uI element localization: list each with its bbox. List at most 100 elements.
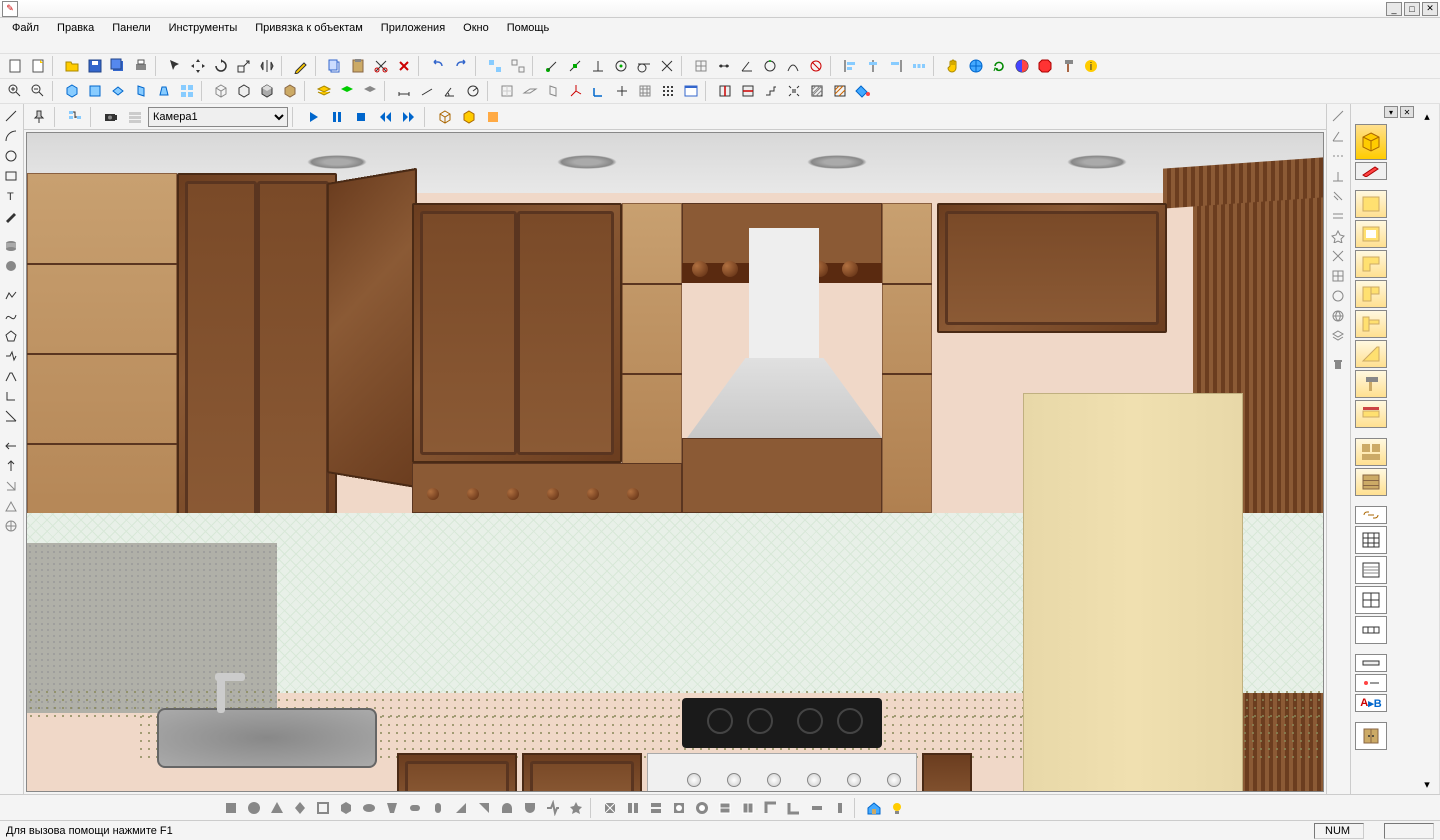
camera-list-button[interactable] (124, 106, 146, 128)
shape-cylinder-icon[interactable] (0, 236, 22, 256)
shaded-button[interactable] (256, 80, 278, 102)
maximize-button[interactable]: □ (1404, 2, 1420, 16)
layer-off-button[interactable] (359, 80, 381, 102)
draw-line-icon[interactable] (0, 106, 22, 126)
align-right-button[interactable] (885, 55, 907, 77)
shape-5[interactable] (312, 797, 334, 819)
path-2-icon[interactable] (0, 366, 22, 386)
info-button[interactable]: i (1080, 55, 1102, 77)
snap-grid-button[interactable] (690, 55, 712, 77)
tree-view-button[interactable] (64, 106, 86, 128)
catalog-hammer-button[interactable] (1355, 370, 1387, 398)
paste-button[interactable] (347, 55, 369, 77)
zoom-out-button[interactable] (27, 80, 49, 102)
group-button[interactable] (484, 55, 506, 77)
shape-room-button[interactable] (863, 797, 885, 819)
catalog-link-button[interactable] (1355, 506, 1387, 524)
r1-circle-icon[interactable] (1327, 286, 1349, 306)
panel-pin-button[interactable]: ▾ (1384, 106, 1398, 118)
play-button[interactable] (302, 106, 324, 128)
grid-yz-button[interactable] (542, 80, 564, 102)
dim-angle-button[interactable] (439, 80, 461, 102)
catalog-lshape-button[interactable] (1355, 250, 1387, 278)
shape-15[interactable] (542, 797, 564, 819)
modify-5-icon[interactable] (0, 516, 22, 536)
align-center-button[interactable] (862, 55, 884, 77)
grid-dots-button[interactable] (657, 80, 679, 102)
view-side-button[interactable] (130, 80, 152, 102)
color-fill-button[interactable] (852, 80, 874, 102)
catalog-corner-button[interactable] (1355, 280, 1387, 308)
camera-button[interactable] (100, 106, 122, 128)
section-v-button[interactable] (714, 80, 736, 102)
shape-13[interactable] (496, 797, 518, 819)
snap-end-button[interactable] (541, 55, 563, 77)
catalog-frame-button[interactable] (1355, 220, 1387, 248)
edit-button[interactable] (290, 55, 312, 77)
textured-button[interactable] (279, 80, 301, 102)
shape-11[interactable] (450, 797, 472, 819)
scroll-down-icon[interactable]: ▾ (1416, 774, 1438, 794)
r1-para-icon[interactable] (1327, 186, 1349, 206)
catalog-bevel-button[interactable] (1355, 340, 1387, 368)
globe-button[interactable] (965, 55, 987, 77)
shape-14[interactable] (519, 797, 541, 819)
snap-angle-button[interactable] (736, 55, 758, 77)
render-shade-button[interactable] (458, 106, 480, 128)
hammer-button[interactable] (1057, 55, 1079, 77)
snap-quad-button[interactable] (759, 55, 781, 77)
hand-tool-button[interactable] (942, 55, 964, 77)
snap-mid-button[interactable] (564, 55, 586, 77)
snap-node-button[interactable] (713, 55, 735, 77)
new-button[interactable] (4, 55, 26, 77)
shape-1[interactable] (220, 797, 242, 819)
zoom-in-button[interactable] (4, 80, 26, 102)
layer-button[interactable] (313, 80, 335, 102)
shape-19[interactable] (645, 797, 667, 819)
ortho-button[interactable] (611, 80, 633, 102)
snap-tangent-button[interactable] (633, 55, 655, 77)
shape-22[interactable] (714, 797, 736, 819)
hatch-2-button[interactable] (829, 80, 851, 102)
distribute-button[interactable] (908, 55, 930, 77)
render-tex-button[interactable] (482, 106, 504, 128)
cut-button[interactable] (370, 55, 392, 77)
save-button[interactable] (84, 55, 106, 77)
path-1-icon[interactable] (0, 346, 22, 366)
modify-2-icon[interactable] (0, 456, 22, 476)
camera-select[interactable]: Камера1 (148, 107, 288, 127)
r1-angle-icon[interactable] (1327, 126, 1349, 146)
draw-text-icon[interactable]: T (0, 186, 22, 206)
catalog-point-button[interactable] (1355, 674, 1387, 692)
polyline-icon[interactable] (0, 286, 22, 306)
draw-arc-icon[interactable] (0, 126, 22, 146)
catalog-grid-button[interactable] (1355, 586, 1387, 614)
grid-xy-button[interactable] (496, 80, 518, 102)
scroll-up-icon[interactable]: ▴ (1416, 106, 1438, 126)
snap-center-button[interactable] (610, 55, 632, 77)
dim-align-button[interactable] (416, 80, 438, 102)
shape-4[interactable] (289, 797, 311, 819)
forward-button[interactable] (398, 106, 420, 128)
catalog-panel-button[interactable] (1355, 190, 1387, 218)
snap-perp-button[interactable] (587, 55, 609, 77)
shape-7[interactable] (358, 797, 380, 819)
open-button[interactable] (61, 55, 83, 77)
dim-radius-button[interactable] (462, 80, 484, 102)
view-top-button[interactable] (107, 80, 129, 102)
view-persp-button[interactable] (153, 80, 175, 102)
align-left-button[interactable] (839, 55, 861, 77)
rewind-button[interactable] (374, 106, 396, 128)
shape-sphere-icon[interactable] (0, 256, 22, 276)
dim-linear-button[interactable] (393, 80, 415, 102)
path-4-icon[interactable] (0, 406, 22, 426)
shape-2[interactable] (243, 797, 265, 819)
shape-16[interactable] (565, 797, 587, 819)
r1-offset-icon[interactable] (1327, 206, 1349, 226)
color-button[interactable] (1011, 55, 1033, 77)
section-h-button[interactable] (737, 80, 759, 102)
r1-layers-icon[interactable] (1327, 326, 1349, 346)
r1-cross-icon[interactable] (1327, 246, 1349, 266)
shape-light-button[interactable] (886, 797, 908, 819)
r1-dash-icon[interactable] (1327, 146, 1349, 166)
